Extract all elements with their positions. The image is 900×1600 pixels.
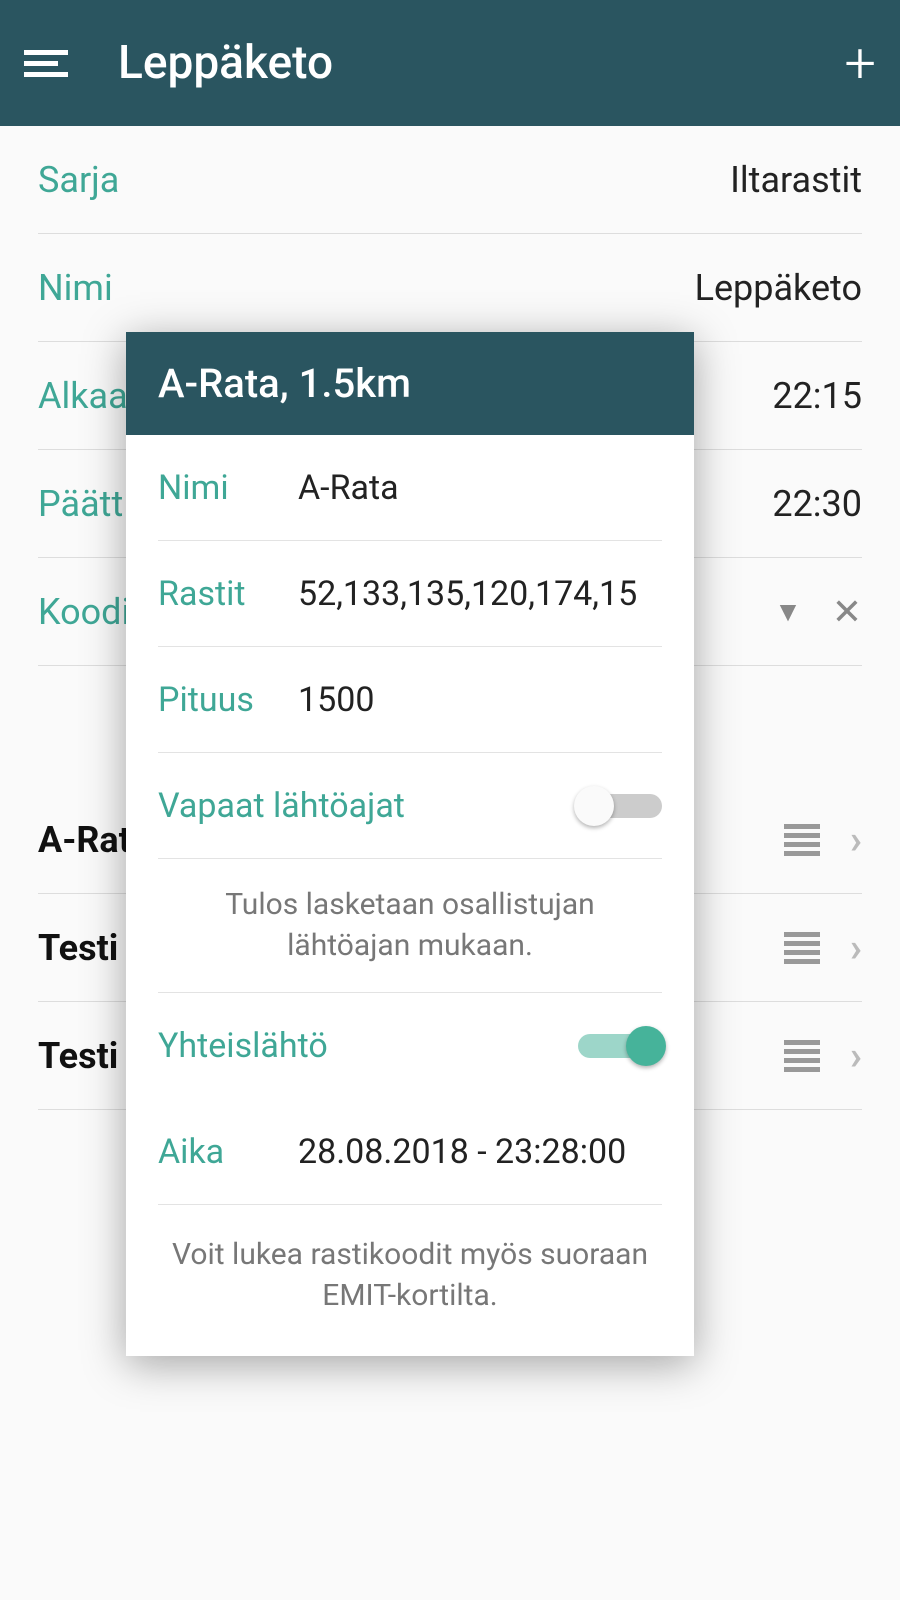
label-koodi: Koodi (38, 591, 130, 633)
page-title: Leppäketo (118, 36, 844, 90)
track-name: Testi (38, 1035, 118, 1077)
label-paattyy: Päätt (38, 483, 123, 525)
value-nimi: Leppäketo (695, 267, 862, 309)
dialog-row-aika[interactable]: Aika 28.08.2018 - 23:28:00 (158, 1099, 662, 1205)
label-alkaa: Alkaa (38, 375, 128, 417)
close-icon[interactable]: ✕ (832, 591, 862, 633)
dialog-row-vapaat[interactable]: Vapaat lähtöajat (158, 753, 662, 859)
dialog-row-pituus[interactable]: Pituus 1500 (158, 647, 662, 753)
dialog-value-aika: 28.08.2018 - 23:28:00 (298, 1132, 626, 1172)
dialog-label-rastit: Rastit (158, 574, 298, 614)
chevron-right-icon: › (850, 1032, 862, 1079)
dialog-note-vapaat: Tulos lasketaan osallistujan lähtöajan m… (158, 859, 662, 993)
dialog-label-nimi: Nimi (158, 468, 298, 508)
value-sarja: Iltarastit (730, 159, 862, 201)
dialog-row-nimi[interactable]: Nimi A-Rata (158, 435, 662, 541)
dialog-value-nimi: A-Rata (298, 468, 399, 508)
dialog-value-pituus: 1500 (298, 680, 374, 720)
reorder-icon[interactable] (784, 824, 820, 856)
row-nimi[interactable]: Nimi Leppäketo (38, 234, 862, 342)
row-sarja[interactable]: Sarja Iltarastit (38, 126, 862, 234)
dialog-label-aika: Aika (158, 1132, 298, 1172)
reorder-icon[interactable] (784, 1040, 820, 1072)
dialog-title: A-Rata, 1.5km (126, 332, 694, 435)
dialog-value-rastit: 52,133,135,120,174,15 (298, 574, 637, 614)
dialog-label-pituus: Pituus (158, 680, 298, 720)
menu-icon[interactable] (24, 41, 68, 85)
vapaat-toggle[interactable] (578, 788, 662, 824)
chevron-right-icon: › (850, 816, 862, 863)
reorder-icon[interactable] (784, 932, 820, 964)
track-name: Testi (38, 927, 118, 969)
track-name: A-Rat (38, 819, 131, 861)
dialog-footer-note: Voit lukea rastikoodit myös suoraan EMIT… (126, 1205, 694, 1356)
chevron-right-icon: › (850, 924, 862, 971)
yhteis-toggle[interactable] (578, 1028, 662, 1064)
label-sarja: Sarja (38, 159, 119, 201)
course-dialog: A-Rata, 1.5km Nimi A-Rata Rastit 52,133,… (126, 332, 694, 1356)
value-alkaa: 22:15 (772, 375, 862, 417)
dialog-row-yhteis[interactable]: Yhteislähtö (158, 993, 662, 1099)
label-nimi: Nimi (38, 267, 113, 309)
app-bar: Leppäketo + (0, 0, 900, 126)
dialog-row-rastit[interactable]: Rastit 52,133,135,120,174,15 (158, 541, 662, 647)
dialog-label-yhteis: Yhteislähtö (158, 1026, 578, 1066)
dropdown-caret-icon[interactable]: ▼ (774, 595, 802, 628)
dialog-label-vapaat: Vapaat lähtöajat (158, 786, 578, 826)
add-icon[interactable]: + (844, 35, 876, 91)
value-paattyy: 22:30 (772, 483, 862, 525)
